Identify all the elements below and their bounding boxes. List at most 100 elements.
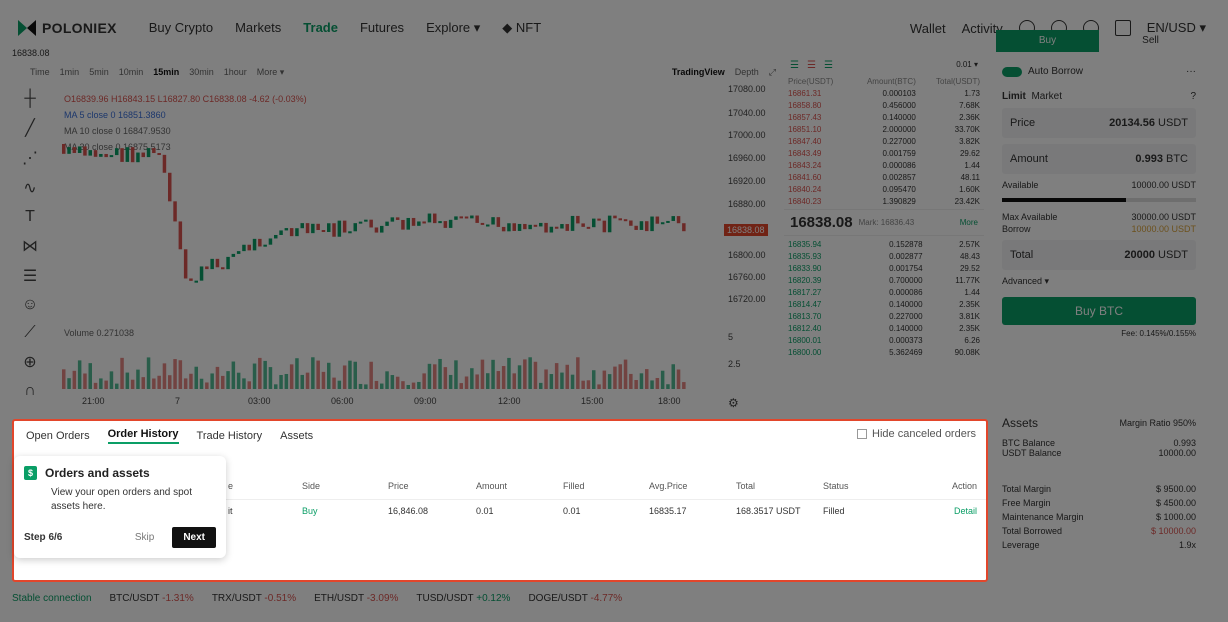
- book-row[interactable]: 16817.27 0.000086 1.44: [784, 286, 984, 298]
- brush-icon[interactable]: ∿: [23, 178, 36, 198]
- tab-order-history[interactable]: Order History: [107, 428, 179, 444]
- mark-price: Mark: 16836.43: [858, 218, 915, 227]
- fib-icon[interactable]: ⋰: [22, 148, 38, 168]
- candle: [629, 220, 633, 226]
- book-row[interactable]: 16813.70 0.227000 3.81K: [784, 310, 984, 322]
- tab-open-orders[interactable]: Open Orders: [26, 430, 90, 442]
- book-row[interactable]: 16847.40 0.227000 3.82K: [784, 135, 984, 147]
- chart-settings-icon[interactable]: ⚙: [728, 396, 739, 410]
- more-intervals[interactable]: More ▾: [257, 67, 285, 78]
- book-row[interactable]: 16857.43 0.140000 2.36K: [784, 111, 984, 123]
- book-row[interactable]: 16840.23 1.390829 23.42K: [784, 195, 984, 207]
- tab-assets[interactable]: Assets: [280, 430, 313, 442]
- limit-tab[interactable]: Limit: [1002, 91, 1026, 102]
- sell-tab[interactable]: Sell: [1099, 30, 1202, 52]
- book-row[interactable]: 16843.49 0.001759 29.62: [784, 147, 984, 159]
- depth-toggle[interactable]: Depth: [735, 67, 759, 77]
- amount-slider[interactable]: [1002, 198, 1196, 202]
- buy-tab[interactable]: Buy: [996, 30, 1099, 52]
- interval-15min[interactable]: 15min: [153, 67, 179, 77]
- zoom-icon[interactable]: ⊕: [23, 352, 36, 372]
- price-input[interactable]: Price 20134.56 USDT: [1002, 108, 1196, 138]
- next-button[interactable]: Next: [172, 527, 216, 548]
- tip-description: View your open orders and spot assets he…: [51, 487, 193, 512]
- buy-btc-button[interactable]: Buy BTC: [1002, 297, 1196, 325]
- book-row[interactable]: 16800.00 5.362469 90.08K: [784, 346, 984, 358]
- candle: [602, 220, 607, 233]
- interval-1hour[interactable]: 1hour: [224, 67, 247, 77]
- wallet-link[interactable]: Wallet: [910, 21, 946, 36]
- amount-input[interactable]: Amount 0.993 BTC: [1002, 144, 1196, 174]
- book-row[interactable]: 16851.10 2.000000 33.70K: [784, 123, 984, 135]
- book-row[interactable]: 16800.01 0.000373 6.26: [784, 334, 984, 346]
- book-view-asks-icon[interactable]: ☰: [807, 60, 816, 71]
- usdt-balance-label: USDT Balance: [1002, 448, 1062, 458]
- trade-form: Buy Sell Auto Borrow ··· Limit Market ? …: [996, 30, 1202, 400]
- ruler-icon[interactable]: ⟋: [24, 324, 35, 342]
- total-input[interactable]: Total 20000 USDT: [1002, 240, 1196, 270]
- measure-icon[interactable]: ☰: [23, 266, 37, 286]
- book-row[interactable]: 16843.24 0.000086 1.44: [784, 159, 984, 171]
- volume-bar: [586, 380, 591, 389]
- nav-buy-crypto[interactable]: Buy Crypto: [149, 20, 213, 36]
- market-tab[interactable]: Market: [1031, 91, 1062, 102]
- more-link[interactable]: More: [960, 218, 978, 227]
- candle: [295, 228, 299, 237]
- status-bar: Stable connection BTC/USDT -1.31% TRX/US…: [8, 590, 1220, 606]
- ticker[interactable]: BTC/USDT -1.31%: [110, 593, 194, 604]
- book-row[interactable]: 16820.39 0.700000 11.77K: [784, 274, 984, 286]
- price-chart[interactable]: O16839.96 H16843.15 L16827.80 C16838.08 …: [52, 84, 724, 414]
- book-view-both-icon[interactable]: ☰: [790, 60, 799, 71]
- book-row[interactable]: 16841.60 0.002857 48.11: [784, 171, 984, 183]
- ticker[interactable]: TRX/USDT -0.51%: [212, 593, 296, 604]
- ticker[interactable]: ETH/USDT -3.09%: [314, 593, 398, 604]
- time-label[interactable]: Time: [30, 67, 50, 77]
- volume-bar: [438, 358, 442, 389]
- skip-button[interactable]: Skip: [135, 532, 154, 543]
- trendline-icon[interactable]: ╱: [25, 118, 35, 138]
- book-row[interactable]: 16812.40 0.140000 2.35K: [784, 322, 984, 334]
- tab-trade-history[interactable]: Trade History: [197, 430, 263, 442]
- book-amount: 5.362469: [889, 347, 923, 357]
- interval-30min[interactable]: 30min: [189, 67, 214, 77]
- book-row[interactable]: 16861.31 0.000103 1.73: [784, 87, 984, 99]
- magnet-icon[interactable]: ∩: [24, 382, 36, 400]
- more-options-icon[interactable]: ···: [1186, 66, 1196, 77]
- book-row[interactable]: 16814.47 0.140000 2.35K: [784, 298, 984, 310]
- book-row[interactable]: 16835.93 0.002877 48.43: [784, 250, 984, 262]
- book-row[interactable]: 16840.24 0.095470 1.60K: [784, 183, 984, 195]
- nav-trade[interactable]: Trade: [303, 20, 338, 36]
- ticker[interactable]: DOGE/USDT -4.77%: [528, 593, 622, 604]
- crosshair-icon[interactable]: ┼: [24, 90, 35, 108]
- hide-canceled-checkbox[interactable]: Hide canceled orders: [857, 428, 976, 440]
- pattern-icon[interactable]: ⋈: [22, 236, 38, 256]
- auto-borrow-toggle[interactable]: [1002, 66, 1022, 77]
- help-icon[interactable]: ?: [1190, 91, 1196, 102]
- fullscreen-icon[interactable]: ⤢: [769, 67, 776, 78]
- advanced-toggle[interactable]: Advanced ▾: [1002, 276, 1196, 287]
- interval-10min[interactable]: 10min: [119, 67, 144, 77]
- volume-bar: [268, 367, 273, 389]
- interval-1min[interactable]: 1min: [60, 67, 80, 77]
- tradingview-toggle[interactable]: TradingView: [672, 67, 725, 77]
- book-view-bids-icon[interactable]: ☰: [824, 60, 833, 71]
- book-amount: 0.456000: [882, 100, 916, 110]
- interval-5min[interactable]: 5min: [89, 67, 109, 77]
- nav-futures[interactable]: Futures: [360, 20, 404, 36]
- amount-label: Amount: [1010, 153, 1048, 165]
- ticker[interactable]: TUSD/USDT +0.12%: [416, 593, 510, 604]
- logo[interactable]: POLONIEX: [18, 20, 117, 36]
- precision-selector[interactable]: 0.01 ▾: [956, 60, 978, 71]
- nav-nft[interactable]: ◆ NFT: [502, 20, 541, 36]
- nav-explore[interactable]: Explore ▾: [426, 20, 480, 36]
- candle: [173, 201, 177, 222]
- volume-bar: [263, 360, 267, 389]
- book-row[interactable]: 16835.94 0.152878 2.57K: [784, 238, 984, 250]
- book-row[interactable]: 16833.90 0.001754 29.52: [784, 262, 984, 274]
- book-total: 1.44: [964, 160, 980, 170]
- text-icon[interactable]: T: [25, 208, 35, 226]
- book-row[interactable]: 16858.80 0.456000 7.68K: [784, 99, 984, 111]
- emoji-icon[interactable]: ☺: [22, 296, 38, 314]
- nav-markets[interactable]: Markets: [235, 20, 281, 36]
- detail-link[interactable]: Detail: [954, 506, 977, 516]
